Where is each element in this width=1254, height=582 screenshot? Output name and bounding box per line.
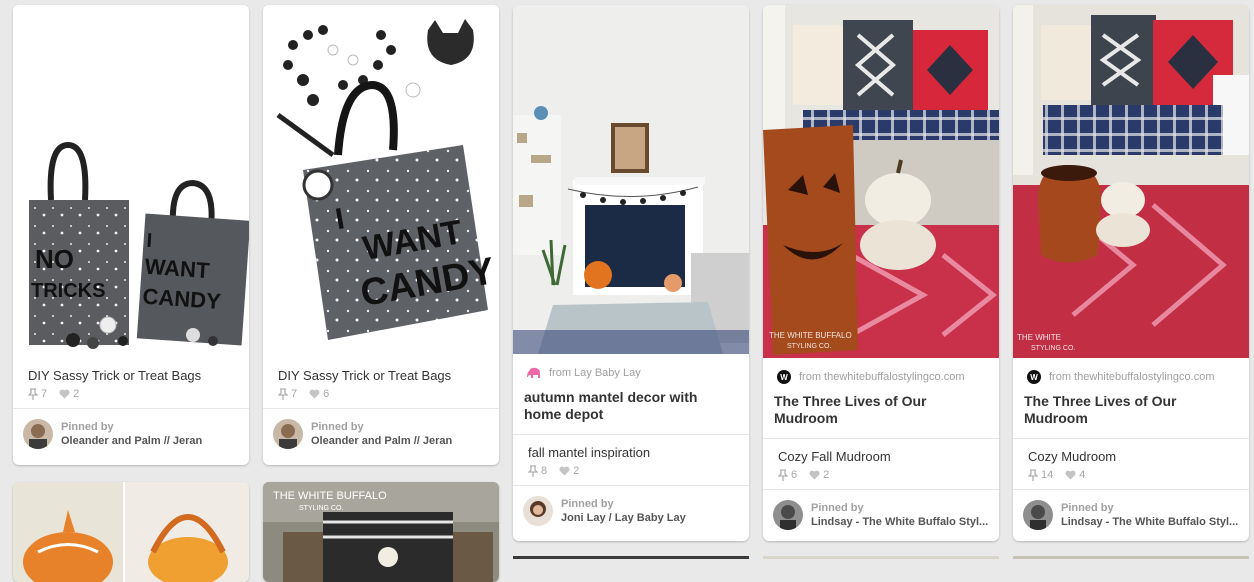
like-count[interactable]: 6 <box>309 388 329 400</box>
pin-card-6[interactable] <box>13 482 249 582</box>
pin-stats: 7 6 <box>263 384 499 408</box>
pin-stats: 7 2 <box>13 384 249 408</box>
website-logo-icon: W <box>777 370 791 384</box>
svg-text:W: W <box>780 373 788 382</box>
pushpin-icon <box>528 465 538 477</box>
like-count[interactable]: 2 <box>809 469 829 481</box>
repin-count[interactable]: 14 <box>1028 469 1053 481</box>
pinned-by-label: Pinned by <box>811 502 864 514</box>
pinned-by-section[interactable]: Pinned by Joni Lay / Lay Baby Lay <box>513 485 749 536</box>
like-count[interactable]: 4 <box>1065 469 1085 481</box>
pin-card-7[interactable]: THE WHITE BUFFALO STYLING CO. <box>263 482 499 582</box>
pushpin-icon <box>778 469 788 481</box>
pin-caption: DIY Sassy Trick or Treat Bags <box>28 368 202 383</box>
pinned-by-section[interactable]: Pinned by Lindsay - The White Buffalo St… <box>763 489 999 540</box>
website-logo-icon: W <box>1027 370 1041 384</box>
pin-image-pumpkin-baskets[interactable] <box>13 482 249 582</box>
avatar[interactable] <box>273 419 303 449</box>
pin-card-1[interactable]: NO TRICKS I WANT CANDY DIY Sassy Trick o… <box>13 5 249 465</box>
avatar[interactable] <box>23 419 53 449</box>
avatar[interactable] <box>773 500 803 530</box>
watermark-line2: STYLING CO. <box>1031 345 1075 352</box>
pinned-by-section[interactable]: Pinned by Lindsay - The White Buffalo St… <box>1013 489 1249 540</box>
like-count[interactable]: 2 <box>59 388 79 400</box>
bag-text-tricks: TRICKS <box>31 280 105 302</box>
pin-card-4[interactable]: THE WHITE BUFFALO STYLING CO. W from the… <box>763 5 999 541</box>
pin-title[interactable]: autumn mantel decor with home depot <box>513 380 749 434</box>
pin-caption: fall mantel inspiration <box>528 445 651 460</box>
pinned-by-label: Pinned by <box>561 498 614 510</box>
pink-elephant-icon <box>527 366 541 380</box>
pinned-by-label: Pinned by <box>61 421 114 433</box>
heart-icon <box>809 470 820 480</box>
pin-card-3[interactable]: from Lay Baby Lay autumn mantel decor wi… <box>513 5 749 541</box>
pin-title[interactable]: The Three Lives of Our Mudroom <box>1013 384 1249 438</box>
watermark-line1: THE WHITE BUFFALO <box>769 331 852 340</box>
repin-count[interactable]: 6 <box>778 469 797 481</box>
pushpin-icon <box>278 388 288 400</box>
repin-count[interactable]: 7 <box>278 388 297 400</box>
svg-text:WANT: WANT <box>144 254 211 283</box>
pin-source[interactable]: W from thewhitebuffalostylingco.com <box>1013 358 1249 384</box>
pinner-name[interactable]: Oleander and Palm // Jeran <box>61 434 202 448</box>
heart-icon <box>1065 470 1076 480</box>
pushpin-icon <box>1028 469 1038 481</box>
pin-source[interactable]: from Lay Baby Lay <box>513 354 749 380</box>
pin-stats: 8 2 <box>513 461 749 485</box>
pin-caption: DIY Sassy Trick or Treat Bags <box>278 368 452 383</box>
pin-image-autumn-mantel[interactable] <box>513 5 749 354</box>
pin-card-5[interactable]: THE WHITE STYLING CO. W from thewhitebuf… <box>1013 5 1249 541</box>
avatar[interactable] <box>523 496 553 526</box>
watermark-line2: STYLING CO. <box>787 343 831 350</box>
like-count[interactable]: 2 <box>559 465 579 477</box>
pin-stats: 14 4 <box>1013 465 1249 489</box>
pin-image-tote-bags[interactable]: NO TRICKS I WANT CANDY <box>13 5 249 358</box>
pin-image-outdoor-table[interactable]: THE WHITE BUFFALO STYLING CO. <box>263 482 499 582</box>
pinner-name[interactable]: Oleander and Palm // Jeran <box>311 434 452 448</box>
pin-stats: 6 2 <box>763 465 999 489</box>
heart-icon <box>59 389 70 399</box>
pin-image-mudroom-2[interactable]: THE WHITE STYLING CO. <box>1013 5 1249 358</box>
watermark-line1: THE WHITE BUFFALO <box>273 490 387 502</box>
pin-card-2[interactable]: I WANT CANDY DIY Sassy Trick or Treat Ba… <box>263 5 499 465</box>
pinned-by-section[interactable]: Pinned by Oleander and Palm // Jeran <box>263 408 499 459</box>
pinned-by-section[interactable]: Pinned by Oleander and Palm // Jeran <box>13 408 249 459</box>
pin-title[interactable]: The Three Lives of Our Mudroom <box>763 384 999 438</box>
watermark-line2: STYLING CO. <box>299 505 343 512</box>
heart-icon <box>309 389 320 399</box>
pin-image-candy-bag[interactable]: I WANT CANDY <box>263 5 499 358</box>
pin-caption: Cozy Fall Mudroom <box>778 449 891 464</box>
svg-text:W: W <box>1030 373 1038 382</box>
repin-count[interactable]: 7 <box>28 388 47 400</box>
pin-source[interactable]: W from thewhitebuffalostylingco.com <box>763 358 999 384</box>
pinner-name[interactable]: Joni Lay / Lay Baby Lay <box>561 511 686 525</box>
pinner-name[interactable]: Lindsay - The White Buffalo Styl... <box>1061 515 1238 529</box>
pinned-by-label: Pinned by <box>1061 502 1114 514</box>
bag-text-no: NO <box>35 244 74 274</box>
pushpin-icon <box>28 388 38 400</box>
pinned-by-label: Pinned by <box>311 421 364 433</box>
avatar[interactable] <box>1023 500 1053 530</box>
pin-caption: Cozy Mudroom <box>1028 449 1117 464</box>
pin-image-mudroom[interactable]: THE WHITE BUFFALO STYLING CO. <box>763 5 999 358</box>
pinner-name[interactable]: Lindsay - The White Buffalo Styl... <box>811 515 988 529</box>
watermark-line1: THE WHITE <box>1017 333 1061 342</box>
repin-count[interactable]: 8 <box>528 465 547 477</box>
heart-icon <box>559 466 570 476</box>
